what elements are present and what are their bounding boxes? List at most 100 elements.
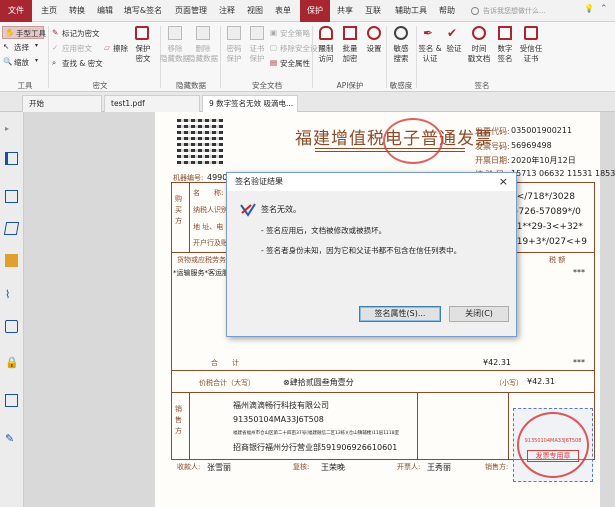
invoice-code-label: 发票代码: (475, 127, 510, 136)
close-icon[interactable]: × (499, 173, 508, 191)
close-button[interactable]: 关闭(C) (449, 306, 509, 322)
menu-fill-sign[interactable]: 填写&签名 (122, 0, 164, 22)
policy-icon: ▣ (270, 28, 278, 37)
tab-test1[interactable]: test1.pdf (104, 95, 200, 112)
tax-stamp (383, 118, 443, 164)
menu-accessibility[interactable]: 辅助工具 (390, 0, 432, 22)
pages-icon[interactable] (5, 190, 18, 203)
batch-encrypt-button[interactable]: 批量 加密 (340, 26, 360, 76)
trusted-cert-button[interactable]: 受信任 证书 (518, 26, 544, 76)
menu-help[interactable]: 帮助 (434, 0, 460, 22)
restrict-access-button[interactable]: 限制 访问 (316, 26, 336, 76)
group-divider (386, 26, 387, 88)
menu-view[interactable]: 视图 (242, 0, 268, 22)
protect-redaction-label: 保护 密文 (135, 44, 151, 63)
document-tabs: 开始 test1.pdf 9 数字签名无效 吸滴电... (0, 92, 615, 112)
trusted-cert-label: 受信任 证书 (519, 44, 543, 63)
mark-redaction-button[interactable]: ✎ 标记为密文 (52, 28, 106, 40)
delete-hidden-label: 删除 隐藏数据 (188, 44, 218, 63)
security-properties-label: 安全属性 (280, 59, 310, 68)
zoom-button[interactable]: 🔍 缩放 ▾ (3, 57, 43, 69)
signature-panel-icon[interactable]: ✎ (5, 432, 18, 445)
security-icon[interactable] (5, 320, 18, 333)
menu-comment[interactable]: 注释 (214, 0, 240, 22)
menu-protect[interactable]: 保护 (300, 0, 330, 22)
seller-tax-id: 91350104MA33J6T508 (233, 415, 324, 424)
comments-icon[interactable] (5, 254, 18, 267)
tab-invoice[interactable]: 9 数字签名无效 吸滴电... (202, 95, 298, 112)
menu-form[interactable]: 表单 (270, 0, 296, 22)
document-lock-icon (135, 26, 149, 40)
ribbon-sign-icon: ✒ (423, 26, 434, 40)
encrypt-group-label: 密文 (92, 81, 108, 90)
delete-hidden-icon (196, 26, 210, 40)
collapse-arrow-icon[interactable]: ▸ (5, 124, 18, 137)
digital-sign-button[interactable]: 数字 签名 (494, 26, 516, 76)
security-properties-button[interactable]: ▤ 安全属性 (270, 58, 316, 70)
invoice-code: 035001900211 (511, 126, 573, 135)
menu-convert[interactable]: 转换 (64, 0, 90, 22)
verify-label: 验证 (446, 44, 462, 53)
menu-edit[interactable]: 编辑 (92, 0, 118, 22)
sensitive-search-button[interactable]: 敏感 搜索 (390, 26, 412, 76)
erase-button[interactable]: ▱ 擦除 (104, 43, 128, 55)
security-policy-button[interactable]: ▣ 安全策略 (270, 28, 316, 40)
menu-file[interactable]: 文件 (0, 0, 32, 22)
api-settings-label: 设置 (366, 44, 382, 53)
tab-start[interactable]: 开始 (22, 95, 102, 112)
verify-button[interactable]: ✔ 验证 (444, 26, 464, 76)
lock-doc-icon[interactable]: 🔒 (5, 356, 19, 369)
select-button[interactable]: ↖ 选择 ▾ (3, 42, 43, 54)
seal-bottom: 发票专用章 (527, 450, 579, 462)
menu-page-manage[interactable]: 页面管理 (170, 0, 212, 22)
hand-tool-button[interactable]: ✋ 手型工具 (2, 26, 46, 39)
bulb-icon[interactable]: 💡 (584, 4, 594, 16)
timestamp-label: 时间 戳文档 (467, 44, 491, 63)
layers-icon[interactable] (3, 222, 20, 235)
remove-hidden-label: 移除 隐藏数据 (160, 44, 190, 63)
protect-redaction-button[interactable]: 保护 密文 (130, 26, 156, 76)
sensitive-search-label: 敏感 搜索 (393, 44, 409, 63)
apply-redaction-button[interactable]: ✓ 应用密文 (52, 43, 96, 55)
sign-certify-button[interactable]: ✒ 签名 & 认证 (418, 26, 442, 76)
api-settings-button[interactable]: 设置 (364, 26, 384, 76)
payee-label: 收款人: (177, 463, 201, 471)
cert-protect-button[interactable]: 证书 保护 (247, 26, 267, 76)
remove-hidden-icon (168, 26, 182, 40)
zoom-icon: 🔍 (3, 57, 13, 66)
hand-icon: ✋ (5, 28, 15, 37)
batch-lock-icon (343, 26, 357, 40)
bookmark-icon[interactable] (5, 152, 18, 165)
company-seal (517, 412, 589, 478)
tax-header: 税 额 (549, 256, 566, 264)
find-icon: ⌕ (52, 58, 57, 67)
seller-stamp-label: 销售方: (485, 463, 509, 471)
digital-id-icon (498, 26, 512, 40)
delete-hidden-data-button[interactable]: 删除 隐藏数据 (188, 26, 218, 76)
timestamp-button[interactable]: 时间 戳文档 (466, 26, 492, 76)
security-group-label: 安全文档 (252, 81, 282, 90)
remove-hidden-data-button[interactable]: 移除 隐藏数据 (160, 26, 190, 76)
cursor-icon: ↖ (3, 42, 10, 51)
menu-home[interactable]: 主页 (36, 0, 62, 22)
pen-icon: ✎ (52, 28, 59, 37)
form-fields-icon[interactable] (5, 394, 18, 407)
review-label: 复核: (293, 463, 310, 471)
check-icon: ✓ (52, 43, 59, 52)
find-redact-label: 查找 & 密文 (62, 59, 103, 68)
hidden-group-label: 隐藏数据 (176, 81, 206, 90)
password-protect-button[interactable]: 密码 保护 (224, 26, 244, 76)
menu-connect[interactable]: 互联 (360, 0, 386, 22)
search-input[interactable]: 告诉我您想做什么... (469, 4, 579, 18)
cipher-line: 619+3*/027<+9 (511, 237, 587, 247)
menu-share[interactable]: 共享 (332, 0, 358, 22)
invoice-number-label: 发票号码: (475, 142, 510, 151)
chevron-up-icon[interactable]: ⌃ (600, 4, 610, 16)
seller-name: 福州滴滴畅行科技有限公司 (233, 401, 329, 410)
invoice-number: 56969498 (511, 141, 552, 150)
find-redact-button[interactable]: ⌕ 查找 & 密文 (52, 58, 106, 70)
dialog-title: 签名验证结果 (235, 177, 283, 186)
small-amount: ¥42.31 (527, 377, 555, 386)
attachment-icon[interactable]: ⌇ (5, 288, 18, 301)
signature-properties-button[interactable]: 签名属性(S)... (359, 306, 441, 322)
